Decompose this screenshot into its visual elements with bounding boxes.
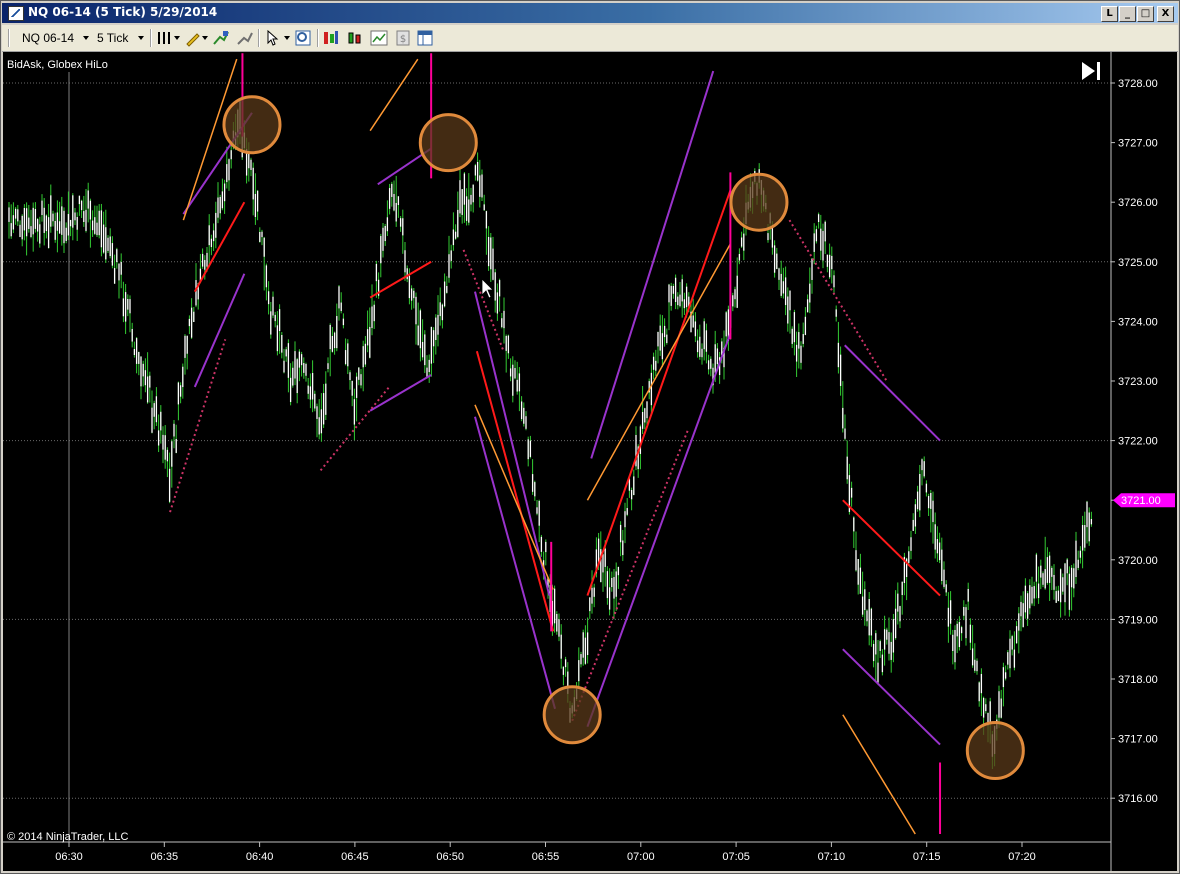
time-tick-label: 06:30 [55, 851, 83, 863]
title-bar[interactable]: NQ 06-14 (5 Tick) 5/29/2014 L _ □ X [2, 3, 1178, 23]
copyright-text: © 2014 NinjaTrader, LLC [7, 831, 128, 843]
time-tick-label: 07:15 [913, 851, 941, 863]
current-price-label: 3721.00 [1121, 495, 1161, 507]
time-tick-label: 06:35 [151, 851, 179, 863]
interval-dropdown-icon[interactable] [138, 36, 144, 40]
strategy-icon[interactable] [236, 29, 254, 47]
toolbar-grip [8, 29, 10, 47]
properties-icon[interactable]: $ [394, 29, 412, 47]
link-button[interactable]: L [1101, 6, 1118, 22]
price-tick-label: 3724.00 [1118, 316, 1158, 328]
toolbar-separator-2 [258, 29, 260, 47]
price-tick-label: 3722.00 [1118, 436, 1158, 448]
trend-line-red [842, 499, 941, 597]
price-axis: 3728.00 3727.00 3726.00 3725.00 3724.00 3723.… [1110, 52, 1175, 871]
time-tick-label: 07:10 [818, 851, 846, 863]
time-tick-label: 06:50 [436, 851, 464, 863]
swing-circle [542, 685, 602, 745]
trend-line-purple [193, 273, 246, 388]
cursor-dropdown-icon[interactable] [284, 36, 290, 40]
add-indicator-icon[interactable] [212, 29, 230, 47]
chart-window: NQ 06-14 (5 Tick) 5/29/2014 L _ □ X NQ 0… [0, 0, 1180, 874]
scroll-to-end-button[interactable] [1082, 62, 1100, 80]
trend-line-red [369, 260, 432, 299]
price-tick-label: 3720.00 [1118, 555, 1158, 567]
time-tick-label: 06:40 [246, 851, 274, 863]
price-tick-label: 3716.00 [1118, 793, 1158, 805]
trend-line-pink_dotted [169, 338, 227, 513]
time-tick-label: 06:55 [532, 851, 560, 863]
chart-trader-icon[interactable] [322, 29, 340, 47]
swing-circle [729, 172, 789, 232]
chart-label: BidAsk, Globex HiLo [7, 59, 108, 71]
instrument-dropdown-icon[interactable] [83, 36, 89, 40]
chart-toolbar: NQ 06-14 5 Tick $ [2, 25, 1178, 52]
price-tick-label: 3726.00 [1118, 197, 1158, 209]
instrument-selector[interactable]: NQ 06-14 [22, 31, 74, 45]
trend-line-orange [369, 58, 419, 132]
price-tick-label: 3725.00 [1118, 257, 1158, 269]
maximize-button[interactable]: □ [1137, 6, 1154, 22]
zoom-icon[interactable] [294, 29, 312, 47]
swing-circle [222, 95, 282, 155]
swing-circle [418, 113, 478, 173]
close-button[interactable]: X [1157, 6, 1174, 22]
svg-text:$: $ [400, 34, 406, 45]
price-tick-label: 3717.00 [1118, 734, 1158, 746]
ninjatrader-app-icon [8, 6, 24, 21]
bar-type-icon[interactable] [156, 29, 174, 47]
time-tick-label: 07:00 [627, 851, 655, 863]
trend-line-red [193, 201, 246, 293]
time-axis: 06:30 06:35 06:40 06:45 06:50 06:55 07:00 07:05… [3, 841, 1111, 863]
swing-circles [222, 95, 1025, 781]
window-title: NQ 06-14 (5 Tick) 5/29/2014 [28, 5, 218, 19]
price-tick-label: 3718.00 [1118, 674, 1158, 686]
minimize-button[interactable]: _ [1119, 6, 1136, 22]
panel-layout-icon[interactable] [416, 29, 434, 47]
trend-line-purple [369, 374, 432, 412]
price-tick-label: 3727.00 [1118, 138, 1158, 150]
bar-type-dropdown-icon[interactable] [174, 36, 180, 40]
mouse-cursor-icon [481, 278, 494, 299]
price-tick-label: 3723.00 [1118, 376, 1158, 388]
price-tick-label: 3719.00 [1118, 614, 1158, 626]
time-tick-label: 07:20 [1008, 851, 1036, 863]
price-chart[interactable]: 3728.00 3727.00 3726.00 3725.00 3724.00 3723.… [3, 52, 1177, 871]
draw-dropdown-icon[interactable] [202, 36, 208, 40]
price-tick-label: 3728.00 [1118, 78, 1158, 90]
toolbar-separator [150, 29, 152, 47]
chart-panel[interactable]: 3728.00 3727.00 3726.00 3725.00 3724.00 3723.… [3, 52, 1177, 871]
candlestick-icon[interactable] [346, 29, 364, 47]
pencil-draw-icon[interactable] [184, 29, 202, 47]
data-series-icon[interactable] [370, 29, 388, 47]
swing-circle [965, 721, 1025, 781]
time-tick-label: 06:45 [341, 851, 369, 863]
trend-line-purple [844, 344, 941, 442]
toolbar-separator-3 [317, 29, 319, 47]
time-tick-label: 07:05 [722, 851, 750, 863]
trend-line-purple [590, 70, 715, 459]
trend-line-orange [842, 714, 916, 835]
trend-line-red [475, 350, 555, 632]
interval-selector[interactable]: 5 Tick [97, 31, 128, 45]
price-bars [8, 98, 1093, 770]
cursor-icon[interactable] [264, 29, 282, 47]
